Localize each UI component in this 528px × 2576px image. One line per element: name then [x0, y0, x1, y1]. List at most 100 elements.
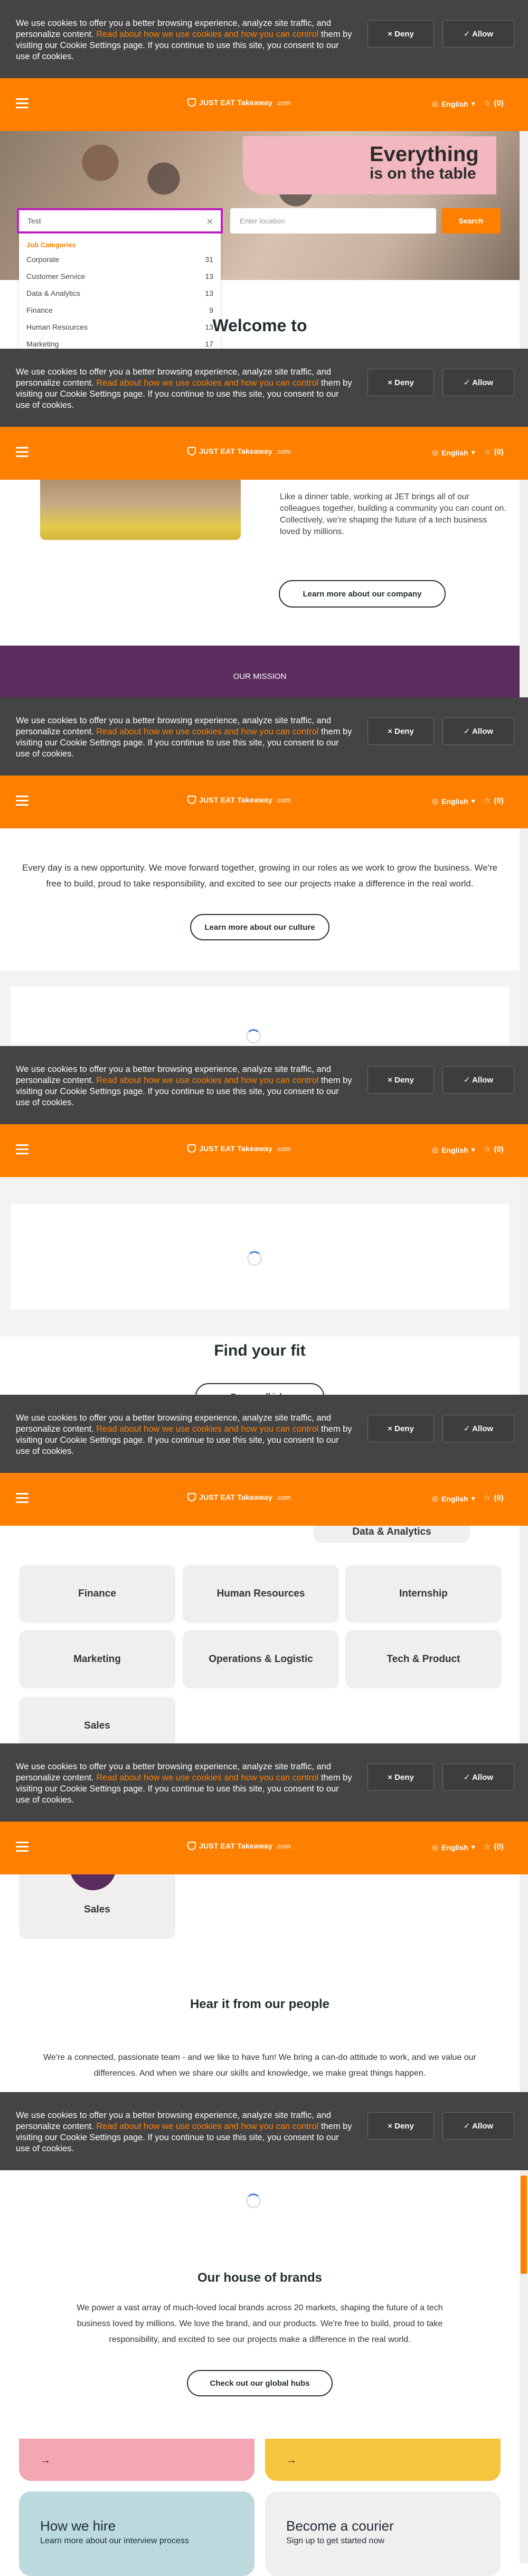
cookie-link[interactable]: Read about how we use cookies and how yo…: [96, 727, 318, 736]
location-input[interactable]: Enter location: [230, 208, 436, 234]
brand-logo[interactable]: JUST EAT Takeaway .com: [187, 796, 291, 804]
brand-logo[interactable]: JUST EAT Takeaway .com: [187, 1842, 291, 1850]
menu-icon[interactable]: [16, 796, 29, 806]
brand-logo[interactable]: JUST EAT Takeaway .com: [187, 1144, 291, 1153]
brand-logo[interactable]: JUST EAT Takeaway .com: [187, 447, 291, 455]
sticky-stack: We use cookies to offer you a better bro…: [0, 349, 528, 480]
cookie-banner: We use cookies to offer you a better bro…: [0, 1395, 528, 1473]
cookie-link[interactable]: Read about how we use cookies and how yo…: [96, 1424, 318, 1434]
find-fit-title: Find your fit: [214, 1342, 306, 1359]
deny-button[interactable]: × Deny: [367, 717, 434, 745]
category-tile[interactable]: Internship: [345, 1565, 502, 1623]
language-selector[interactable]: ◎ English ▾: [432, 448, 475, 457]
arrow-icon: →: [286, 2454, 297, 2466]
hero-title: Everything: [370, 143, 479, 166]
globe-icon: ◎: [432, 1843, 439, 1851]
loading-spinner-icon: [247, 1251, 262, 1266]
hero-subtitle: is on the table: [370, 165, 476, 182]
menu-icon[interactable]: [16, 1144, 29, 1155]
category-tile[interactable]: Human Resources: [183, 1565, 339, 1623]
arrow-icon: →: [40, 2454, 51, 2466]
favorites-link[interactable]: ☆ (0): [484, 447, 504, 457]
menu-icon[interactable]: [16, 98, 29, 109]
deny-button[interactable]: × Deny: [367, 2112, 434, 2140]
menu-icon[interactable]: [16, 1842, 29, 1852]
site-header: JUST EAT Takeaway .com ◎ English ▾ ☆ (0): [0, 1822, 528, 1874]
search-button[interactable]: Search: [441, 208, 501, 234]
global-hubs-button[interactable]: Check out our global hubs: [187, 2370, 333, 2396]
deny-button[interactable]: × Deny: [367, 1415, 434, 1442]
deny-button[interactable]: × Deny: [367, 1763, 434, 1791]
how-we-hire-card[interactable]: How we hire Learn more about our intervi…: [19, 2491, 254, 2576]
cookie-banner: We use cookies to offer you a better bro…: [0, 697, 528, 776]
favorites-link[interactable]: ☆ (0): [484, 796, 504, 806]
workspace-image: [40, 473, 241, 540]
site-header: JUST EAT Takeaway .com ◎ English ▾ ☆ (0): [0, 1124, 528, 1177]
deny-button[interactable]: × Deny: [367, 20, 434, 48]
mission-label: OUR MISSION: [233, 672, 287, 681]
star-icon: ☆: [484, 447, 491, 456]
category-tile[interactable]: Operations & Logistic: [183, 1630, 339, 1688]
sticky-stack: We use cookies to offer you a better bro…: [0, 697, 528, 828]
yellow-card[interactable]: →: [265, 2439, 501, 2481]
allow-button[interactable]: ✓ Allow: [442, 20, 514, 48]
page-scrollbar[interactable]: [520, 131, 528, 2563]
category-tile[interactable]: Tech & Product: [345, 1630, 502, 1688]
brand-logo[interactable]: JUST EAT Takeaway .com: [187, 1493, 291, 1501]
star-icon: ☆: [484, 796, 491, 805]
cookie-link[interactable]: Read about how we use cookies and how yo…: [96, 378, 318, 388]
clear-icon[interactable]: ✕: [206, 217, 213, 227]
dropdown-item[interactable]: Data & Analytics 13: [26, 289, 213, 306]
sticky-stack: We use cookies to offer you a better bro…: [0, 1046, 528, 1177]
cookie-text: We use cookies to offer you a better bro…: [16, 716, 352, 759]
favorites-link[interactable]: ☆ (0): [484, 1842, 504, 1852]
brand-logo[interactable]: JUST EAT Takeaway .com: [187, 98, 291, 107]
dropdown-item[interactable]: Corporate 31: [26, 255, 213, 272]
language-selector[interactable]: ◎ English ▾: [432, 99, 475, 108]
language-selector[interactable]: ◎ English ▾: [432, 1145, 475, 1154]
language-selector[interactable]: ◎ English ▾: [432, 1494, 475, 1503]
favorites-link[interactable]: ☆ (0): [484, 1493, 504, 1503]
chevron-down-icon: ▾: [471, 1145, 475, 1154]
menu-icon[interactable]: [16, 1493, 29, 1504]
cookie-link[interactable]: Read about how we use cookies and how yo…: [96, 1076, 318, 1085]
dropdown-heading: Job Categories: [26, 241, 76, 249]
globe-icon: ◎: [432, 797, 439, 805]
pink-card[interactable]: →: [19, 2439, 254, 2481]
learn-culture-button[interactable]: Learn more about our culture: [190, 914, 329, 940]
allow-button[interactable]: ✓ Allow: [442, 2112, 514, 2140]
learn-company-button[interactable]: Learn more about our company: [279, 580, 446, 608]
site-header: JUST EAT Takeaway .com ◎ English ▾ ☆ (0): [0, 776, 528, 828]
cookie-text: We use cookies to offer you a better bro…: [16, 1065, 352, 1107]
allow-button[interactable]: ✓ Allow: [442, 717, 514, 745]
site-header: JUST EAT Takeaway .com ◎ English ▾ ☆ (0): [0, 78, 528, 131]
site-header: JUST EAT Takeaway .com ◎ English ▾ ☆ (0): [0, 1473, 528, 1526]
language-selector[interactable]: ◎ English ▾: [432, 1843, 475, 1852]
brands-title: Our house of brands: [197, 2271, 322, 2285]
cookie-link[interactable]: Read about how we use cookies and how yo…: [96, 1773, 318, 1782]
allow-button[interactable]: ✓ Allow: [442, 1763, 514, 1791]
globe-icon: ◎: [432, 1494, 439, 1502]
sticky-stack: We use cookies to offer you a better bro…: [0, 1743, 528, 1874]
deny-button[interactable]: × Deny: [367, 369, 434, 396]
star-icon: ☆: [484, 1842, 491, 1851]
welcome-title: Welcome to: [212, 316, 307, 335]
category-tile[interactable]: Finance: [19, 1565, 175, 1623]
allow-button[interactable]: ✓ Allow: [442, 1415, 514, 1442]
favorites-link[interactable]: ☆ (0): [484, 98, 504, 108]
allow-button[interactable]: ✓ Allow: [442, 369, 514, 396]
allow-button[interactable]: ✓ Allow: [442, 1066, 514, 1094]
language-selector[interactable]: ◎ English ▾: [432, 797, 475, 806]
dropdown-item[interactable]: Customer Service 13: [26, 272, 213, 289]
about-text: Like a dinner table, working at JET brin…: [280, 492, 506, 536]
cookie-link[interactable]: Read about how we use cookies and how yo…: [96, 30, 318, 39]
favorites-link[interactable]: ☆ (0): [484, 1144, 504, 1154]
cookie-banner: We use cookies to offer you a better bro…: [0, 2092, 528, 2170]
cookie-banner: We use cookies to offer you a better bro…: [0, 0, 528, 78]
become-courier-card[interactable]: Become a courier Sign up to get started …: [265, 2491, 501, 2576]
cookie-link[interactable]: Read about how we use cookies and how yo…: [96, 2122, 318, 2131]
keyword-search-input[interactable]: Test ✕: [17, 208, 223, 234]
deny-button[interactable]: × Deny: [367, 1066, 434, 1094]
category-tile[interactable]: Marketing: [19, 1630, 175, 1688]
menu-icon[interactable]: [16, 447, 29, 458]
